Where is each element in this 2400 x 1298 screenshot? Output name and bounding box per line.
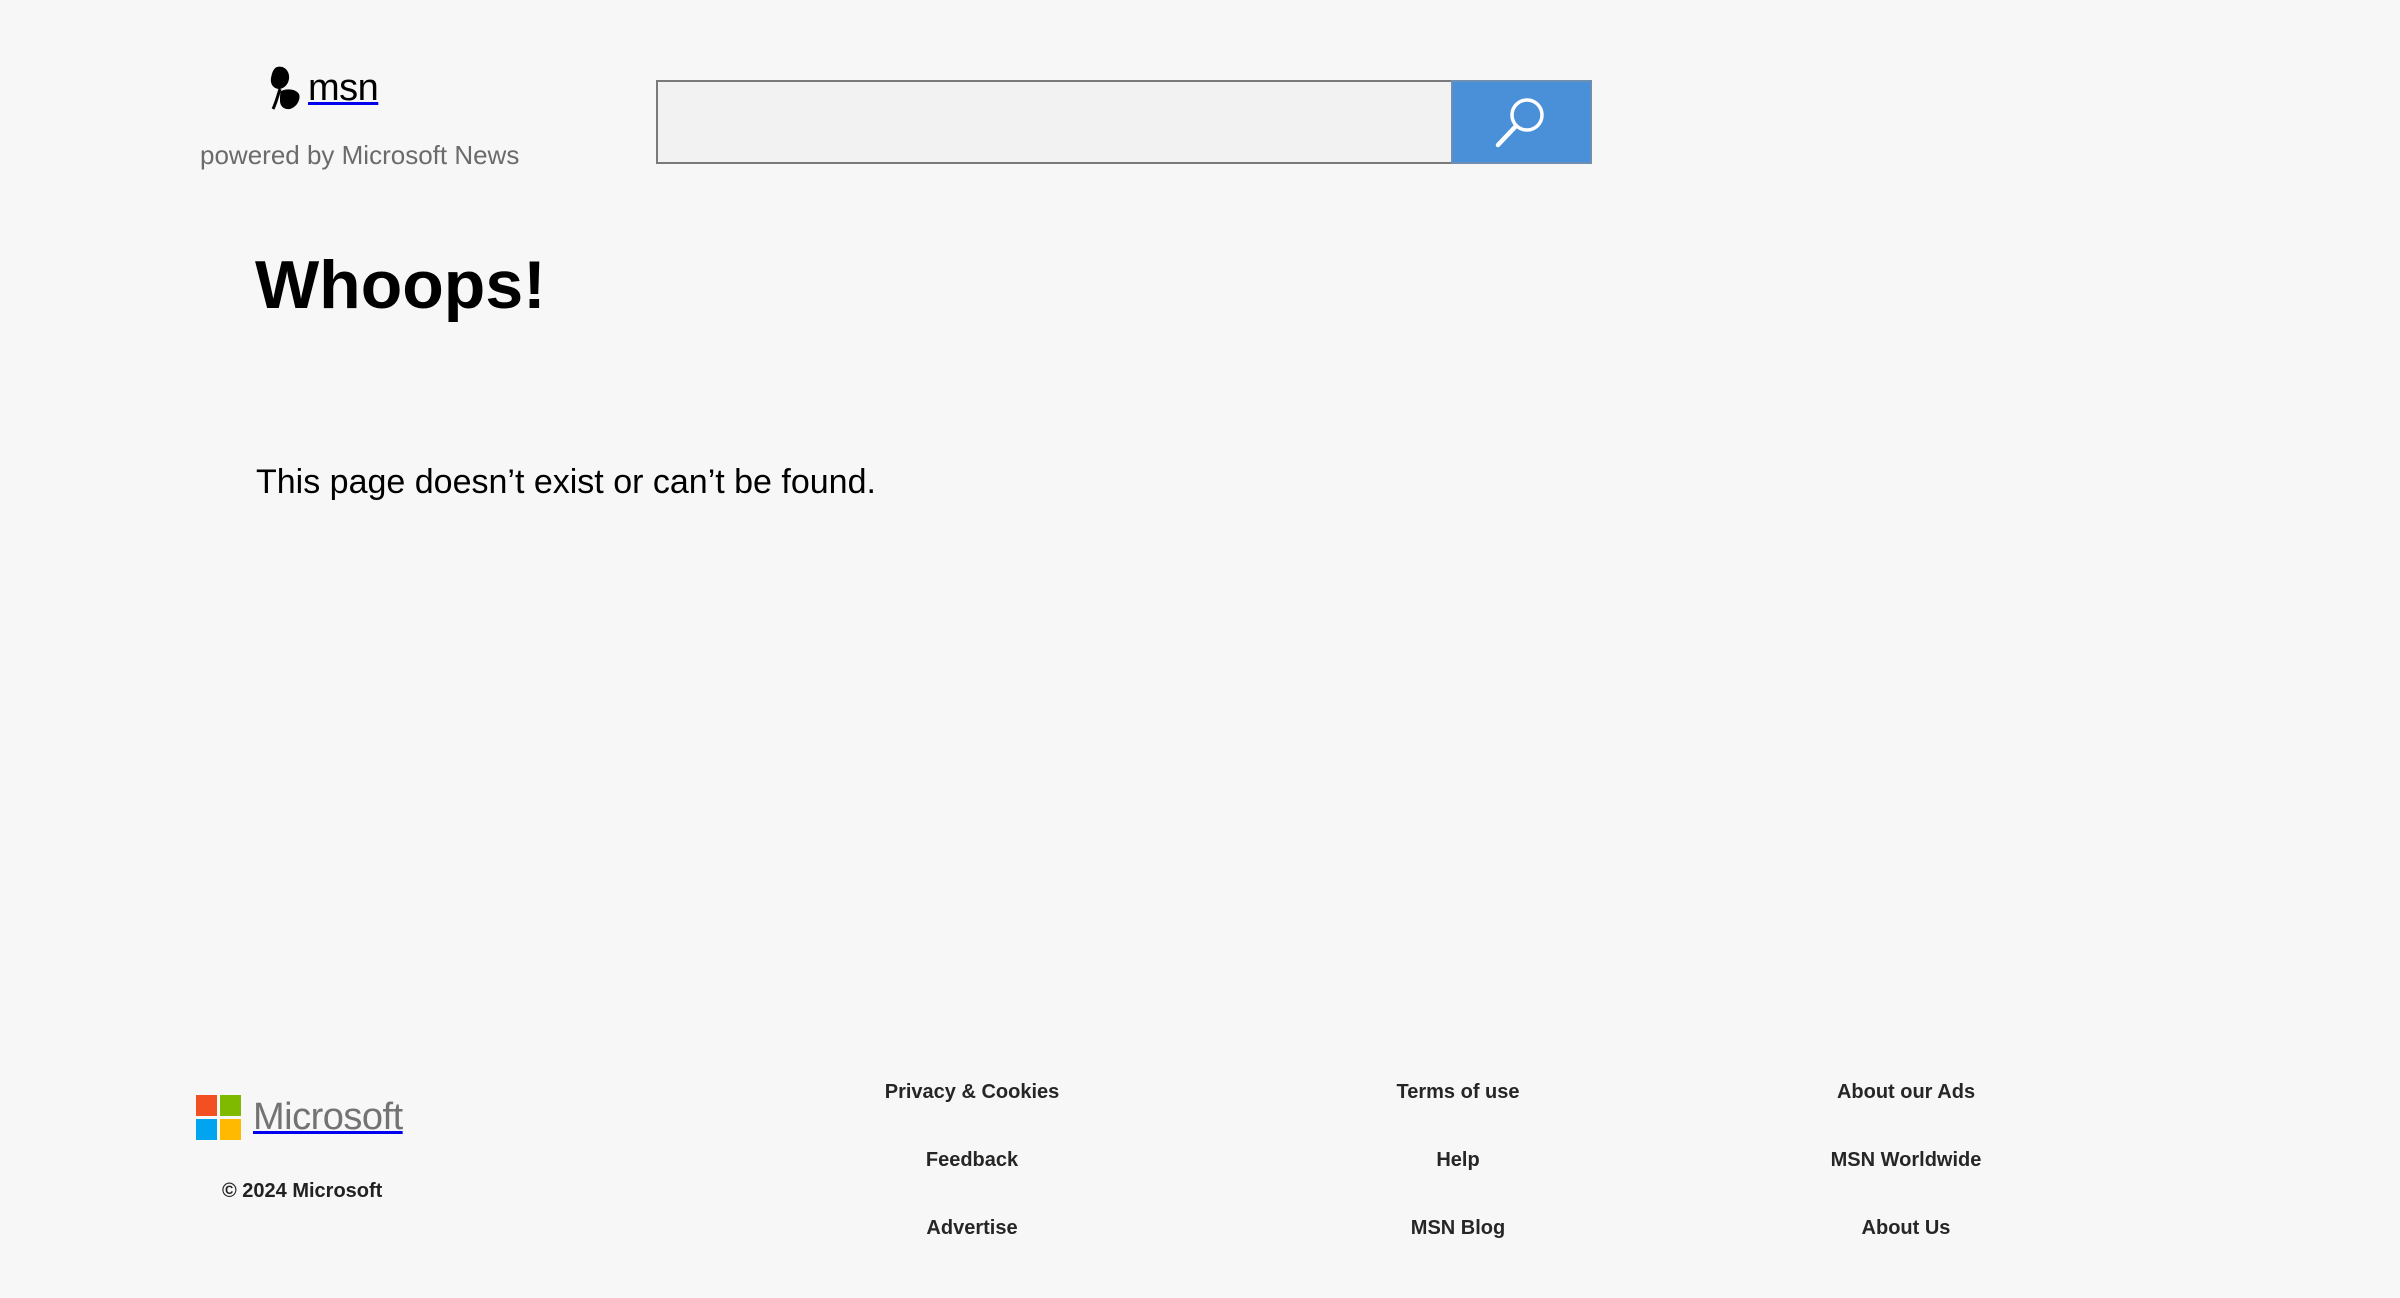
footer-link-msn-blog[interactable]: MSN Blog bbox=[1411, 1218, 1505, 1238]
search-form bbox=[656, 80, 1592, 164]
logo-square-yellow bbox=[220, 1118, 241, 1140]
search-icon bbox=[1495, 98, 1544, 148]
footer-link-about-us[interactable]: About Us bbox=[1862, 1218, 1951, 1238]
footer-link-help[interactable]: Help bbox=[1436, 1150, 1479, 1170]
microsoft-logo-icon bbox=[196, 1094, 241, 1140]
footer-link-msn-worldwide[interactable]: MSN Worldwide bbox=[1831, 1150, 1982, 1170]
footer-link-about-our-ads[interactable]: About our Ads bbox=[1837, 1082, 1975, 1102]
page-title: Whoops! bbox=[255, 247, 546, 323]
microsoft-logo[interactable]: Microsoft bbox=[196, 1094, 403, 1140]
msn-wordmark: msn bbox=[308, 67, 379, 109]
powered-by-text: powered by Microsoft News bbox=[200, 140, 520, 170]
search-button[interactable] bbox=[1451, 80, 1592, 164]
logo-square-red bbox=[196, 1094, 217, 1116]
logo-square-green bbox=[220, 1094, 241, 1116]
search-input[interactable] bbox=[656, 80, 1451, 164]
logo-square-blue bbox=[196, 1118, 217, 1140]
footer-link-feedback[interactable]: Feedback bbox=[926, 1150, 1018, 1170]
footer-link-terms-of-use[interactable]: Terms of use bbox=[1397, 1082, 1520, 1102]
microsoft-wordmark: Microsoft bbox=[253, 1096, 403, 1138]
butterfly-icon bbox=[270, 66, 300, 110]
copyright-text: © 2024 Microsoft bbox=[222, 1180, 383, 1202]
msn-logo[interactable]: msn bbox=[268, 64, 379, 112]
error-message: This page doesn’t exist or can’t be foun… bbox=[256, 463, 876, 501]
footer-link-privacy-cookies[interactable]: Privacy & Cookies bbox=[885, 1082, 1060, 1102]
footer-link-advertise[interactable]: Advertise bbox=[926, 1218, 1017, 1238]
